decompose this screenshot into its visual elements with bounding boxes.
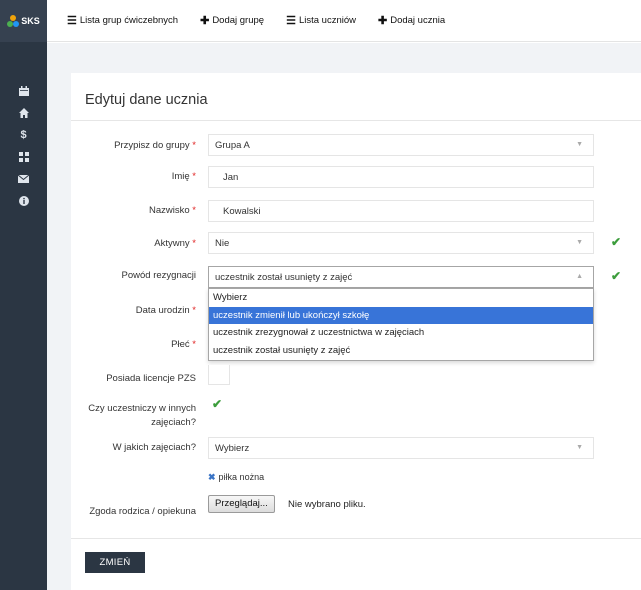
last-name-input[interactable]: Kowalski <box>208 200 594 222</box>
chevron-down-icon: ▼ <box>576 444 583 451</box>
page-title: Edytuj dane ucznia <box>85 92 208 108</box>
chevron-down-icon: ▼ <box>576 239 583 246</box>
file-status: Nie wybrano pliku. <box>288 499 366 510</box>
selected-class-tag: ✖ piłka nożna <box>208 472 265 482</box>
app-logo[interactable]: SKS <box>0 0 47 42</box>
edit-student-form: Edytuj dane ucznia Przypisz do grupy * G… <box>71 0 641 590</box>
which-classes-select[interactable]: Wybierz ▼ <box>208 437 594 459</box>
calendar-icon[interactable] <box>0 80 47 102</box>
group-select[interactable]: Grupa A ▼ <box>208 134 594 156</box>
resign-reason-label: Powód rezygnacji <box>121 270 196 281</box>
first-name-input[interactable]: Jan <box>208 166 594 188</box>
dropdown-option-highlighted[interactable]: uczestnik zmienił lub ukończył szkołę <box>209 306 593 324</box>
parent-consent-label: Zgoda rodzica / opiekuna <box>89 506 196 517</box>
chevron-down-icon: ▼ <box>576 141 583 148</box>
last-name-label: Nazwisko * <box>149 205 196 216</box>
resign-reason-dropdown: Wybierz uczestnik zmienił lub ukończył s… <box>208 288 594 361</box>
dropdown-option[interactable]: uczestnik zrezygnował z uczestnictwa w z… <box>209 324 593 342</box>
submit-button[interactable]: ZMIEŃ <box>85 552 145 573</box>
remove-icon[interactable]: ✖ <box>208 472 216 482</box>
envelope-icon[interactable] <box>0 168 47 190</box>
sidebar: SKS $ <box>0 0 47 590</box>
resign-reason-select[interactable]: uczestnik został usunięty z zajęć ▲ <box>208 266 594 288</box>
info-icon[interactable] <box>0 190 47 212</box>
first-name-label: Imię * <box>171 171 196 182</box>
dropdown-option[interactable]: uczestnik został usunięty z zajęć <box>209 342 593 360</box>
logo-icon <box>7 15 20 27</box>
birth-date-label: Data urodzin * <box>135 305 196 316</box>
chevron-up-icon: ▲ <box>576 273 583 280</box>
browse-file-button[interactable]: Przeglądaj... <box>208 495 275 513</box>
other-classes-checkbox[interactable]: ✔ <box>212 397 222 411</box>
form-divider <box>71 538 641 539</box>
pzs-license-label: Posiada licencje PZS <box>106 373 196 384</box>
gender-label: Płeć * <box>171 339 196 350</box>
logo-text: SKS <box>21 16 40 26</box>
active-select[interactable]: Nie ▼ <box>208 232 594 254</box>
group-label: Przypisz do grupy * <box>114 140 196 151</box>
active-label: Aktywny * <box>154 238 196 249</box>
title-divider <box>71 120 641 121</box>
which-classes-label: W jakich zajęciach? <box>112 442 196 453</box>
home-icon[interactable] <box>0 102 47 124</box>
other-classes-label: Czy uczestniczy w innych zajęciach? <box>88 403 196 428</box>
valid-check-icon: ✔ <box>611 235 622 249</box>
dropdown-option[interactable]: Wybierz <box>209 289 593 307</box>
pzs-license-checkbox[interactable] <box>208 365 230 385</box>
dollar-icon[interactable]: $ <box>0 124 47 146</box>
valid-check-icon: ✔ <box>611 269 622 283</box>
grid-icon[interactable] <box>0 146 47 168</box>
